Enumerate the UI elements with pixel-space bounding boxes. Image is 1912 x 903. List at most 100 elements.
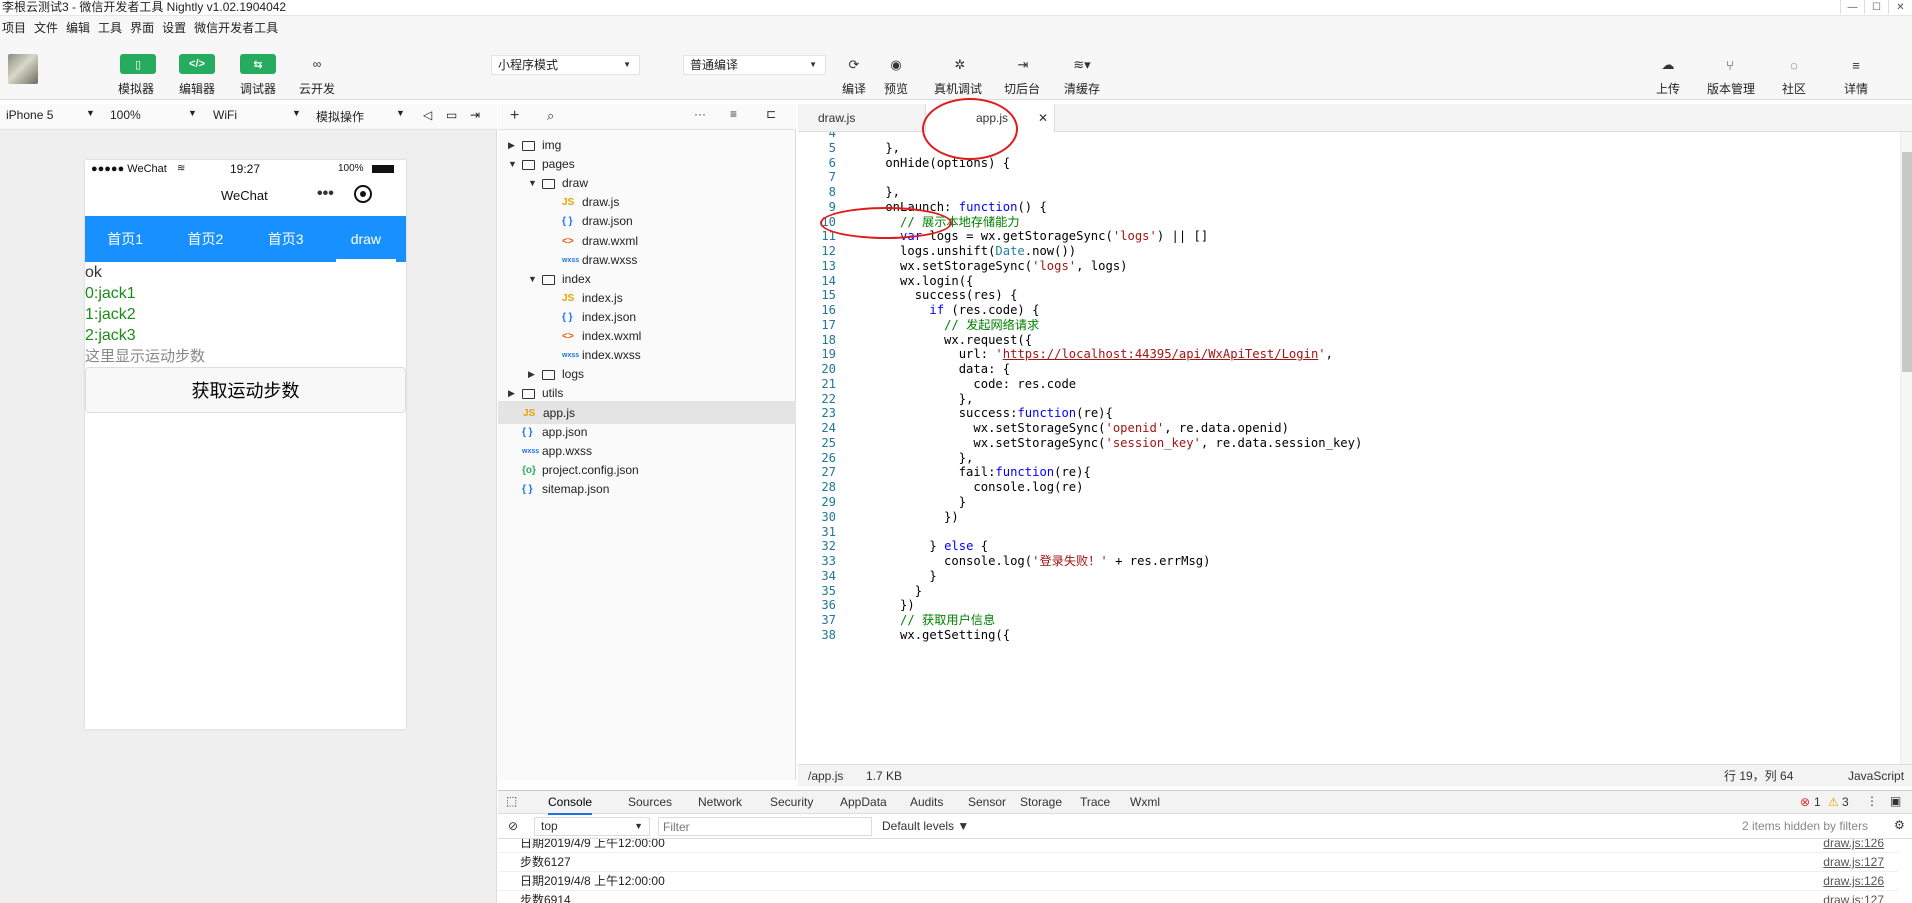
menu-item[interactable]: 设置 [160, 19, 192, 36]
background-switch-icon[interactable]: ⇥ [1007, 54, 1039, 76]
bug-icon[interactable]: ✲ [944, 54, 976, 76]
devtools-tab-audits[interactable]: Audits [910, 791, 943, 813]
warning-count[interactable]: 3 [1842, 795, 1849, 809]
devtools-tab-console[interactable]: Console [548, 791, 593, 815]
menu-item[interactable]: 编辑 [64, 19, 96, 36]
add-icon[interactable]: + [510, 107, 519, 125]
avatar[interactable] [8, 54, 38, 84]
rotate-icon[interactable]: ▭ [446, 108, 457, 122]
popout-icon[interactable]: ⇥ [470, 108, 480, 122]
collapse-icon[interactable]: ≡ [730, 107, 737, 121]
console-filter-input[interactable] [658, 817, 872, 836]
more-dots-icon[interactable]: ••• [317, 185, 334, 203]
refresh-icon[interactable]: ⟳ [838, 54, 870, 76]
upload-label[interactable]: 上传 [1656, 80, 1680, 97]
chevron-down-icon: ▼ [396, 108, 405, 118]
menu-item[interactable]: 微信开发者工具 [192, 19, 284, 36]
devtools-tab-wxml[interactable]: Wxml [1130, 791, 1160, 813]
cloud-button[interactable]: ∞ [299, 54, 335, 74]
dock-icon[interactable]: ▣ [1890, 794, 1901, 808]
menu-icon[interactable]: ≡ [1840, 54, 1872, 76]
json-file-icon: { } [522, 483, 533, 495]
cursor-position[interactable]: 行 19，列 64 [1724, 765, 1793, 787]
tab-draw-js[interactable]: draw.js [798, 104, 925, 132]
remote-debug-label[interactable]: 真机调试 [934, 80, 982, 97]
error-count[interactable]: 1 [1814, 795, 1821, 809]
device-select[interactable]: iPhone 5 ▼ [6, 108, 95, 122]
code-editor[interactable]: 45 }, 6 onHide(options) {7 8 }, 9 onLaunch:… [798, 132, 1912, 764]
minimize-icon[interactable]: — [1840, 0, 1864, 14]
preview-label[interactable]: 预览 [884, 80, 908, 97]
tab-home1[interactable]: 首页1 [85, 216, 165, 262]
menu-item[interactable]: 界面 [128, 19, 160, 36]
branch-icon[interactable]: ⑂ [1714, 54, 1746, 76]
menu-item[interactable]: 文件 [32, 19, 64, 36]
compile-label[interactable]: 编译 [842, 80, 866, 97]
editor-button[interactable]: </> [179, 54, 215, 74]
chat-icon[interactable]: ◌ [1778, 54, 1810, 76]
editor-scrollbar[interactable] [1900, 132, 1912, 764]
operation-select[interactable]: 模拟操作 ▼ [316, 108, 405, 125]
scrollbar-thumb[interactable] [1902, 152, 1912, 372]
volume-icon[interactable]: ◁ [423, 108, 432, 122]
tab-draw[interactable]: draw [326, 216, 406, 262]
console-source-link[interactable]: draw.js:127 [1823, 853, 1884, 872]
capsule-close-icon[interactable] [354, 185, 372, 203]
devtools-tab-sensor[interactable]: Sensor [968, 791, 1006, 813]
split-icon[interactable]: ⊏ [766, 107, 776, 121]
community-label[interactable]: 社区 [1782, 80, 1806, 97]
debugger-button[interactable]: ⇆ [240, 54, 276, 74]
settings-gear-icon[interactable]: ⚙ [1894, 818, 1905, 832]
details-label[interactable]: 详情 [1844, 80, 1868, 97]
eye-icon[interactable]: ◉ [880, 54, 912, 76]
compile-select[interactable]: 普通编译 ▼ [683, 55, 826, 75]
menu-item[interactable]: 工具 [96, 19, 128, 36]
devtools-tab-network[interactable]: Network [698, 791, 742, 813]
folder-icon [522, 141, 535, 151]
context-select[interactable]: top ▼ [534, 817, 650, 836]
devtools-tab-appdata[interactable]: AppData [840, 791, 887, 813]
console-message: 步数6914 [520, 893, 571, 903]
devtools-tab-sources[interactable]: Sources [628, 791, 672, 813]
maximize-icon[interactable]: ☐ [1864, 0, 1888, 14]
clear-cache-label[interactable]: 清缓存 [1064, 80, 1100, 97]
devtools-tab-storage[interactable]: Storage [1020, 791, 1062, 813]
log-levels-select[interactable]: Default levels ▼ [882, 819, 969, 833]
close-tab-icon[interactable]: ✕ [1038, 104, 1048, 132]
code-line[interactable]: 38 wx.getSetting({ [798, 626, 1898, 644]
devtools-tab-security[interactable]: Security [770, 791, 813, 813]
code-icon: </> [189, 58, 205, 70]
close-window-icon[interactable]: ✕ [1888, 0, 1912, 14]
tree-file[interactable]: { } sitemap.json [498, 478, 796, 501]
folder-icon [542, 370, 555, 381]
console-source-link[interactable]: draw.js:126 [1823, 872, 1884, 891]
layers-icon[interactable]: ≋▾ [1066, 54, 1098, 76]
devtools-tab-trace[interactable]: Trace [1080, 791, 1110, 813]
more-vert-icon[interactable]: ⋮ [1866, 794, 1878, 808]
clear-console-icon[interactable]: ⊘ [508, 819, 518, 833]
tab-home3[interactable]: 首页3 [246, 216, 326, 262]
steps-hint: 这里显示运动步数 [85, 348, 206, 365]
context-select-value: top [541, 819, 558, 833]
get-steps-button[interactable]: 获取运动步数 [85, 367, 406, 413]
version-label[interactable]: 版本管理 [1707, 80, 1755, 97]
simulator-button[interactable]: ▯ [120, 54, 156, 74]
more-icon[interactable]: ··· [694, 107, 706, 121]
network-select[interactable]: WiFi ▼ [213, 108, 301, 122]
search-icon[interactable]: ⌕ [547, 108, 554, 124]
mode-select[interactable]: 小程序模式 ▼ [491, 55, 640, 75]
chevron-down-icon: ▼ [292, 108, 301, 118]
background-label[interactable]: 切后台 [1004, 80, 1040, 97]
chevron-down-icon: ▼ [188, 108, 197, 118]
language-mode[interactable]: JavaScript [1848, 765, 1904, 787]
tab-app-js[interactable]: app.js ✕ [925, 104, 1055, 132]
console-log-row: 步数6127 draw.js:127 [498, 853, 1898, 872]
tab-home2[interactable]: 首页2 [165, 216, 245, 262]
menu-item[interactable]: 项目 [0, 19, 32, 36]
console-source-link[interactable]: draw.js:127 [1823, 891, 1884, 903]
upload-cloud-icon[interactable]: ☁ [1652, 54, 1684, 76]
inspect-icon[interactable]: ⬚ [506, 794, 517, 808]
zoom-select[interactable]: 100% ▼ [110, 108, 197, 122]
console-log-row: 日期2019/4/8 上午12:00:00 draw.js:126 [498, 872, 1898, 891]
console-source-link[interactable]: draw.js:126 [1823, 839, 1884, 853]
